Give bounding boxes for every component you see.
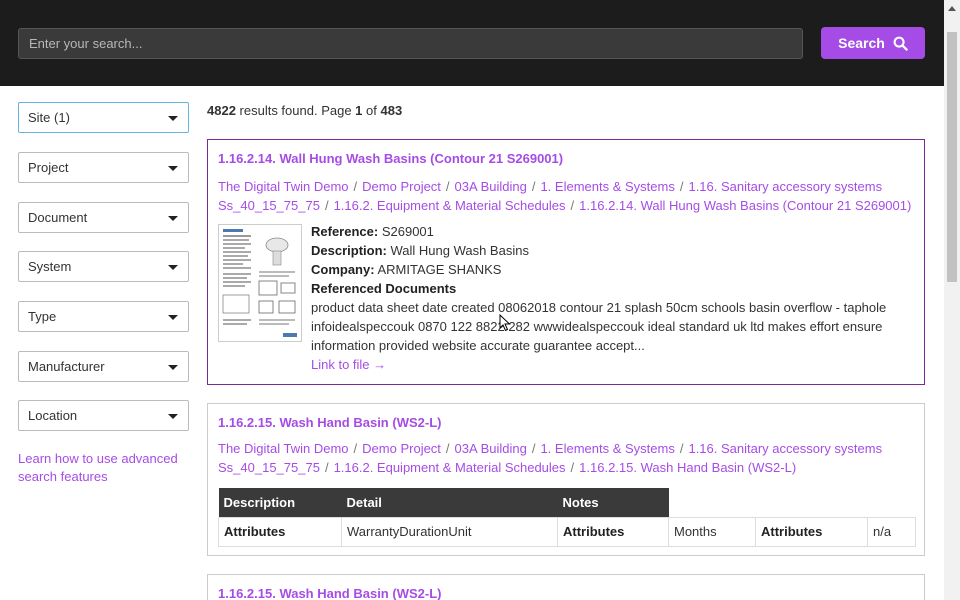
search-input[interactable] — [18, 28, 803, 59]
table-header: Notes — [557, 488, 669, 517]
breadcrumb-link[interactable]: 1.16. Sanitary accessory systems — [688, 179, 882, 194]
mouse-cursor-icon — [499, 314, 511, 332]
filter-label: Project — [28, 160, 69, 175]
breadcrumb-link[interactable]: 1. Elements & Systems — [540, 441, 674, 456]
reference-label: Reference: — [311, 224, 379, 239]
table-header-empty — [756, 488, 868, 517]
caret-down-icon — [168, 166, 178, 171]
table-cell: WarrantyDurationUnit — [341, 516, 558, 547]
breadcrumb: The Digital Twin Demo / Demo Project/03A B… — [218, 441, 883, 475]
referenced-documents-heading: Referenced Documents — [311, 281, 457, 296]
table-cell: Attributes — [755, 516, 868, 547]
advanced-search-help-link[interactable]: Learn how to use advanced search feature… — [18, 450, 193, 486]
breadcrumb-link[interactable]: 1.16.2.14. Wall Hung Wash Basins (Contou… — [579, 198, 911, 213]
scrollbar-thumb[interactable] — [947, 32, 957, 282]
table-cell: Attributes — [218, 516, 342, 547]
filter-document[interactable]: Document — [18, 202, 189, 233]
company-value: ARMITAGE SHANKS — [377, 262, 502, 277]
filter-project[interactable]: Project — [18, 152, 189, 183]
result-title-link[interactable]: 1.16.2.14. Wall Hung Wash Basins (Contou… — [218, 151, 563, 166]
breadcrumb-link[interactable]: The Digital Twin Demo — [218, 179, 349, 194]
company-label: Company: — [311, 262, 375, 277]
document-thumbnail[interactable] — [218, 224, 302, 342]
table-header-empty — [669, 488, 756, 517]
breadcrumb-link[interactable]: The Digital Twin Demo — [218, 441, 349, 456]
caret-down-icon — [168, 315, 178, 320]
breadcrumb-link[interactable]: 1.16.2.15. Wash Hand Basin (WS2-L) — [579, 460, 796, 475]
table-header-row: Description Detail Notes — [218, 488, 916, 517]
filter-site[interactable]: Site (1) — [18, 102, 189, 133]
caret-down-icon — [168, 365, 178, 370]
total-pages: 483 — [380, 103, 403, 118]
breadcrumb-link[interactable]: Demo Project — [362, 179, 441, 194]
result-details: Reference: S269001 Description: Wall Hun… — [311, 222, 911, 374]
filter-type[interactable]: Type — [18, 301, 189, 332]
breadcrumb-link[interactable]: 1.16.2. Equipment & Material Schedules — [334, 198, 566, 213]
table-header: Detail — [341, 488, 558, 517]
filter-label: Document — [28, 210, 88, 225]
filter-label: Manufacturer — [28, 359, 105, 374]
breadcrumb-link[interactable]: 1.16. Sanitary accessory systems — [688, 441, 882, 456]
filter-label: Location — [28, 408, 78, 423]
reference-value: S269001 — [381, 224, 434, 239]
filter-label: Site (1) — [28, 110, 70, 125]
search-button-label: Search — [838, 35, 885, 51]
breadcrumb-link[interactable]: 03A Building — [455, 179, 527, 194]
caret-down-icon — [168, 116, 178, 121]
caret-down-icon — [168, 265, 178, 270]
breadcrumb-link[interactable]: Demo Project — [362, 441, 441, 456]
table-cell: n/a — [867, 516, 916, 547]
result-card[interactable]: 1.16.2.15. Wash Hand Basin (WS2-L) — [207, 574, 925, 600]
filter-system[interactable]: System — [18, 251, 189, 282]
table-header-empty — [868, 488, 916, 517]
filter-location[interactable]: Location — [18, 400, 189, 431]
breadcrumb-link[interactable]: Ss_40_15_75_75 — [218, 198, 320, 213]
results-summary: 4822 results found. Page 1 of 483 — [207, 103, 402, 118]
attributes-table: Description Detail Notes Attributes Warr… — [218, 488, 916, 547]
table-cell: Attributes — [557, 516, 669, 547]
breadcrumb-link[interactable]: 03A Building — [455, 441, 527, 456]
filter-manufacturer[interactable]: Manufacturer — [18, 351, 189, 382]
result-title-link[interactable]: 1.16.2.15. Wash Hand Basin (WS2-L) — [218, 415, 441, 430]
scroll-up-arrow-icon[interactable] — [944, 0, 960, 16]
description-value: Wall Hung Wash Basins — [390, 243, 529, 258]
result-card[interactable]: 1.16.2.15. Wash Hand Basin (WS2-L) The D… — [207, 403, 925, 556]
breadcrumb-link[interactable]: Ss_40_15_75_75 — [218, 460, 320, 475]
table-row: Attributes WarrantyDurationUnit Attribut… — [218, 516, 916, 547]
page-scrollbar[interactable] — [944, 0, 960, 600]
table-header: Description — [218, 488, 342, 517]
search-button[interactable]: Search — [821, 27, 925, 59]
result-title-link[interactable]: 1.16.2.15. Wash Hand Basin (WS2-L) — [218, 586, 441, 600]
link-to-file[interactable]: Link to file → — [311, 357, 386, 372]
description-label: Description: — [311, 243, 387, 258]
caret-down-icon — [168, 414, 178, 419]
breadcrumb-link[interactable]: 1. Elements & Systems — [540, 179, 674, 194]
table-cell: Months — [668, 516, 756, 547]
results-count: 4822 — [207, 103, 236, 118]
breadcrumb: The Digital Twin Demo / Demo Project/03A B… — [218, 179, 912, 213]
filter-label: Type — [28, 309, 57, 324]
breadcrumb-link[interactable]: 1.16.2. Equipment & Material Schedules — [334, 460, 566, 475]
referenced-documents-text: product data sheet date created 08062018… — [311, 300, 887, 353]
caret-down-icon — [168, 216, 178, 221]
summary-text: of — [362, 103, 381, 118]
filter-label: System — [28, 259, 72, 274]
summary-text: results found. Page — [235, 103, 356, 118]
top-search-bar: Search — [0, 0, 944, 86]
result-card[interactable]: 1.16.2.14. Wall Hung Wash Basins (Contou… — [207, 139, 925, 385]
search-icon — [893, 36, 908, 51]
